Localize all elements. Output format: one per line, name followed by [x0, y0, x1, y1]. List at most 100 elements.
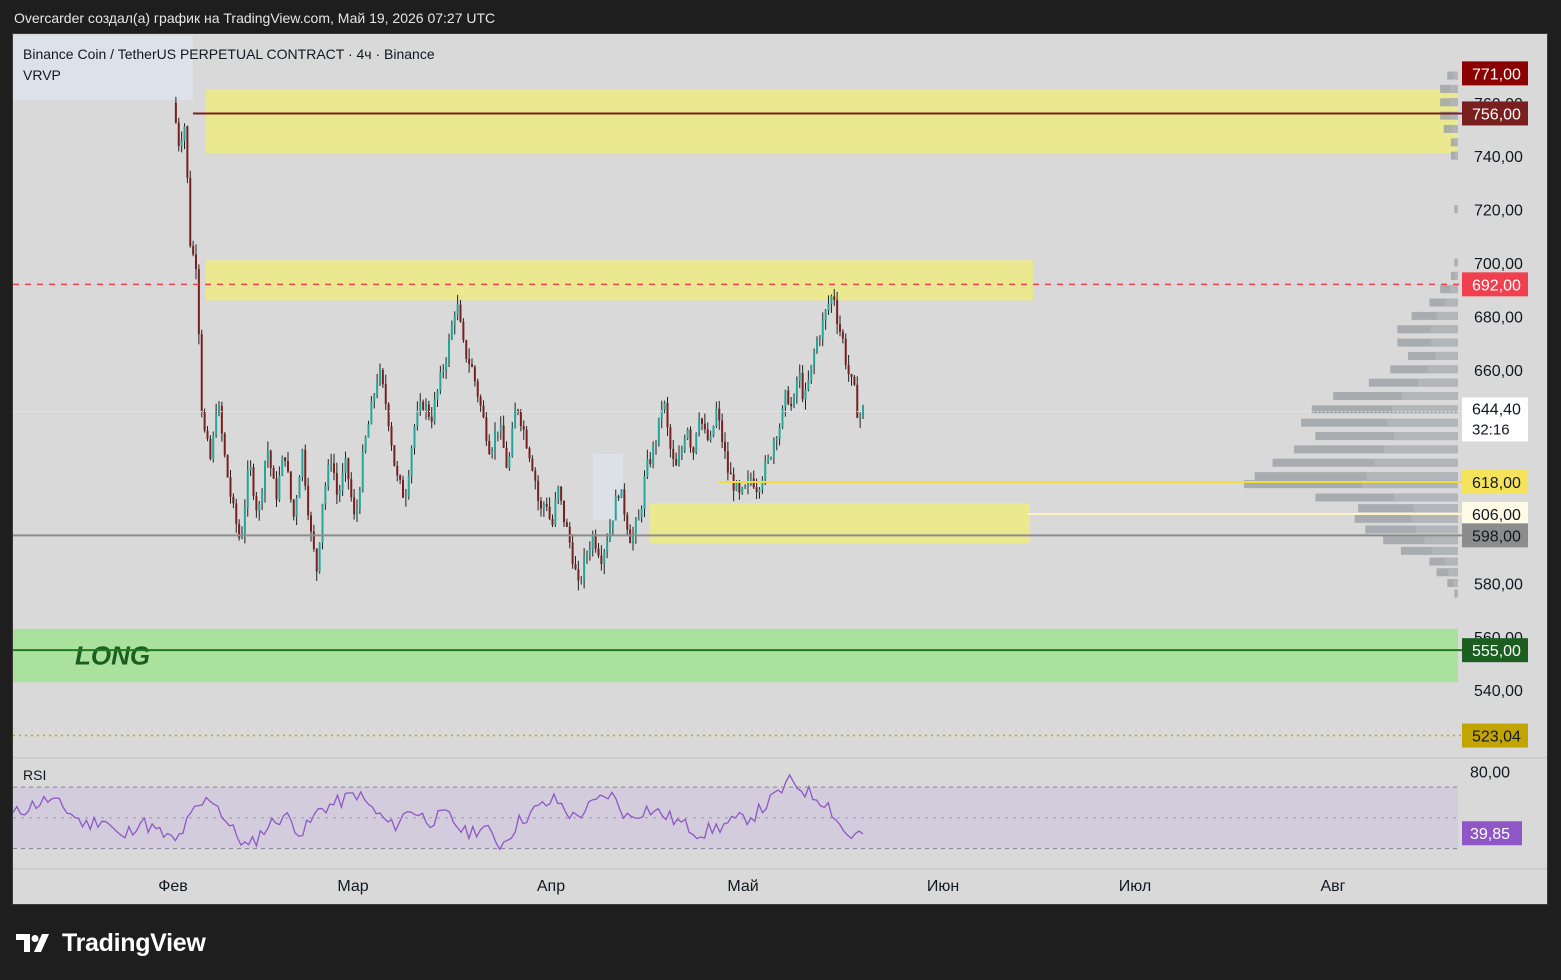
candle-body: [617, 496, 620, 498]
candle-body: [243, 507, 246, 535]
candle-body: [571, 542, 574, 565]
candle-body: [416, 411, 419, 427]
tradingview-wordmark: TradingView: [62, 928, 206, 957]
candle-body: [275, 478, 278, 500]
candle-body: [597, 548, 600, 556]
candle-body: [772, 440, 775, 458]
candle-body: [356, 508, 358, 515]
tradingview-brand[interactable]: TradingView: [16, 925, 206, 961]
volume-profile-bar-inner: [1366, 472, 1458, 481]
candle-body: [358, 490, 361, 509]
level-771-tag: 771,00: [1462, 61, 1528, 86]
candle-body: [810, 365, 813, 381]
candle-body: [226, 455, 229, 478]
candle-body: [816, 339, 818, 353]
candle-body: [476, 381, 479, 397]
candle-body: [678, 455, 680, 466]
candle-body: [531, 458, 534, 471]
snapshot-caption: Overcarder создал(а) график на TradingVi…: [14, 10, 496, 26]
candle-body: [284, 457, 287, 461]
candle-body: [324, 486, 327, 505]
price-axis-tick: 700,00: [1474, 256, 1523, 273]
candle-body: [505, 447, 508, 468]
level-771-tag-label: 771,00: [1472, 66, 1521, 83]
vrvp-indicator-label[interactable]: VRVP: [23, 67, 61, 83]
candle-body: [422, 401, 425, 410]
volume-profile-bar-inner: [1453, 71, 1458, 80]
candle-body: [255, 496, 258, 511]
volume-profile-bar-inner: [1456, 205, 1458, 214]
candle-body: [218, 406, 220, 414]
candle-body: [310, 515, 312, 532]
candle-body: [557, 486, 560, 500]
candle-body: [367, 424, 370, 438]
candle-body: [588, 549, 591, 555]
candle-body: [583, 555, 586, 580]
candle-body: [862, 405, 864, 416]
candle-body: [620, 489, 623, 498]
candle-body: [376, 381, 379, 395]
candle-body: [281, 457, 284, 476]
candle-body: [580, 579, 583, 581]
volume-profile-bar-inner: [1401, 392, 1458, 400]
candle-body: [657, 417, 660, 444]
candle-body: [307, 485, 310, 516]
candle-body: [514, 410, 517, 429]
candle-body: [350, 479, 353, 498]
candle-body: [298, 476, 301, 499]
candle-body: [519, 411, 522, 427]
candle-body: [813, 352, 816, 366]
candle-body: [540, 500, 542, 509]
candle-body: [212, 435, 215, 459]
candle-body: [764, 461, 767, 480]
price-axis-tick: 580,00: [1474, 576, 1523, 593]
volume-profile-bar-inner: [1448, 568, 1458, 577]
last-price-countdown: 32:16: [1472, 421, 1510, 438]
candle-body: [755, 487, 758, 492]
candle-body: [600, 555, 603, 564]
candle-body: [494, 432, 496, 451]
level-756-tag: 756,00: [1462, 101, 1528, 126]
candle-body: [189, 177, 192, 247]
volume-profile-bar-inner: [1374, 458, 1458, 467]
symbol-legend[interactable]: Binance Coin / TetherUS PERPETUAL CONTRA…: [23, 46, 435, 62]
candle-body: [718, 408, 721, 421]
level-555-tag: 555,00: [1462, 638, 1528, 663]
volume-profile-bar-inner: [1411, 514, 1458, 523]
price-axis-tick: 720,00: [1474, 203, 1523, 220]
price-axis-tick: 740,00: [1474, 149, 1523, 166]
candle-body: [534, 470, 537, 481]
candle-body: [278, 475, 281, 500]
candle-body: [462, 321, 465, 341]
candle-body: [261, 492, 264, 504]
candle-body: [327, 464, 330, 487]
price-axis-tick: 540,00: [1474, 683, 1523, 700]
candle-body: [724, 441, 726, 452]
volume-profile-bar-inner: [1430, 338, 1458, 347]
candle-body: [548, 506, 551, 519]
last-price-tag-value: 644,40: [1472, 401, 1521, 418]
candle-body: [246, 470, 249, 508]
candle-body: [672, 448, 675, 459]
candle-body: [853, 376, 856, 385]
candle-body: [563, 500, 565, 523]
volume-profile-bar-inner: [1393, 432, 1458, 441]
volume-profile-bar-inner: [1432, 546, 1458, 555]
candle-body: [551, 518, 554, 525]
candle-body: [698, 418, 701, 433]
chart-panel[interactable]: LONG540,00560,00580,00600,00620,00640,00…: [12, 33, 1548, 905]
candle-body: [807, 380, 810, 390]
candle-body: [508, 456, 511, 468]
candle-body: [482, 405, 485, 418]
candle-body: [361, 451, 364, 491]
volume-profile-bar-inner: [1393, 493, 1458, 502]
volume-profile-bar-inner: [1445, 557, 1458, 566]
volume-profile-bar-inner: [1456, 258, 1458, 267]
candle-body: [177, 122, 180, 147]
candle-body: [269, 450, 272, 469]
candle-body: [364, 437, 367, 452]
candle-body: [264, 461, 266, 493]
candle-body: [695, 432, 698, 453]
chart-canvas[interactable]: LONG540,00560,00580,00600,00620,00640,00…: [13, 34, 1547, 904]
candle-body: [370, 401, 373, 425]
